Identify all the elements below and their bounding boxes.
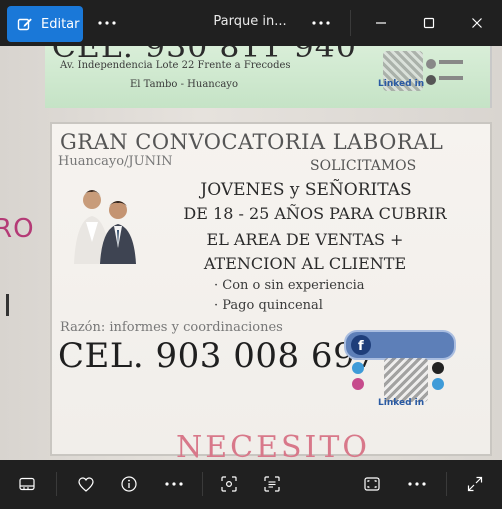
- poster-solicitamos: SOLICITAMOS: [310, 158, 417, 174]
- bottom-toolbar: [0, 460, 502, 509]
- facebook-badge: f: [344, 330, 456, 360]
- top-poster-city: El Tambo - Huancayo: [130, 79, 238, 90]
- more-icon: [408, 482, 426, 486]
- poster-line-3: EL AREA DE VENTAS +: [206, 230, 404, 249]
- bottom-graffiti: NECESITO: [176, 430, 371, 460]
- main-poster: GRAN CONVOCATORIA LABORAL Huancayo/JUNIN…: [52, 124, 490, 454]
- more-icon: [165, 482, 183, 486]
- top-poster: CEL. 930 811 940 Av. Independencia Lote …: [45, 46, 492, 108]
- poster-social-block: f Linked in: [344, 330, 456, 410]
- minimize-button[interactable]: [366, 10, 396, 36]
- maximize-button[interactable]: [414, 10, 444, 36]
- photos-window: Editar Parque in... CEL. 930 811 940 Av.…: [0, 0, 502, 509]
- title-divider: [350, 10, 351, 36]
- poster-location: Huancayo/JUNIN: [58, 154, 173, 169]
- edit-button-label: Editar: [41, 16, 80, 32]
- expand-icon: [467, 476, 483, 492]
- info-icon: [121, 476, 137, 492]
- poster-razon: Razón: informes y coordinaciones: [60, 320, 283, 335]
- copy-text-button[interactable]: [257, 470, 287, 498]
- full-screen-button[interactable]: [460, 470, 490, 498]
- wall-mark: [6, 294, 9, 316]
- poster-tiktok-icons: [432, 362, 444, 390]
- linkedin-logo: Linked in: [378, 79, 425, 89]
- toolbar-divider: [202, 472, 203, 496]
- left-graffiti: RO: [0, 214, 35, 244]
- svg-text:f: f: [358, 339, 364, 354]
- toolbar-divider: [56, 472, 57, 496]
- poster-bullet-2: · Pago quincenal: [214, 298, 323, 313]
- close-button[interactable]: [462, 10, 492, 36]
- info-button[interactable]: [114, 470, 144, 498]
- text-extract-icon: [264, 476, 280, 492]
- poster-bullet-1: · Con o sin experiencia: [214, 278, 365, 293]
- more-button[interactable]: [159, 470, 189, 498]
- more-view-button[interactable]: [402, 470, 432, 498]
- title-more-button[interactable]: [308, 12, 334, 34]
- poster-line-2: DE 18 - 25 AÑOS PARA CUBRIR: [183, 204, 447, 223]
- social-icons: [426, 59, 463, 85]
- photo-viewport[interactable]: CEL. 930 811 940 Av. Independencia Lote …: [0, 46, 502, 460]
- top-poster-address: Av. Independencia Lote 22 Frente a Freco…: [60, 60, 291, 71]
- more-options-button[interactable]: [94, 12, 120, 34]
- window-title: Parque in...: [213, 14, 287, 29]
- poster-title: GRAN CONVOCATORIA LABORAL: [60, 130, 444, 154]
- edit-button[interactable]: Editar: [7, 6, 83, 42]
- poster-qr-code: [384, 358, 428, 402]
- edit-icon: [17, 16, 33, 32]
- toolbar-divider: [446, 472, 447, 496]
- filmstrip-button[interactable]: [12, 470, 42, 498]
- photo: CEL. 930 811 940 Av. Independencia Lote …: [0, 46, 502, 460]
- filmstrip-icon: [19, 477, 35, 491]
- heart-icon: [78, 476, 94, 492]
- poster-linkedin-logo: Linked in: [378, 398, 425, 408]
- fit-to-window-button[interactable]: [357, 470, 387, 498]
- poster-line-4: ATENCION AL CLIENTE: [203, 254, 407, 273]
- fit-screen-icon: [364, 477, 380, 491]
- title-bar: Editar Parque in...: [0, 0, 502, 46]
- poster-social-icons: [352, 362, 364, 390]
- visual-search-button[interactable]: [214, 470, 244, 498]
- favorite-button[interactable]: [71, 470, 101, 498]
- crop-select-icon: [221, 476, 237, 492]
- poster-line-1: JOVENES y SEÑORITAS: [200, 180, 412, 200]
- poster-phone: CEL. 903 008 697: [58, 336, 378, 376]
